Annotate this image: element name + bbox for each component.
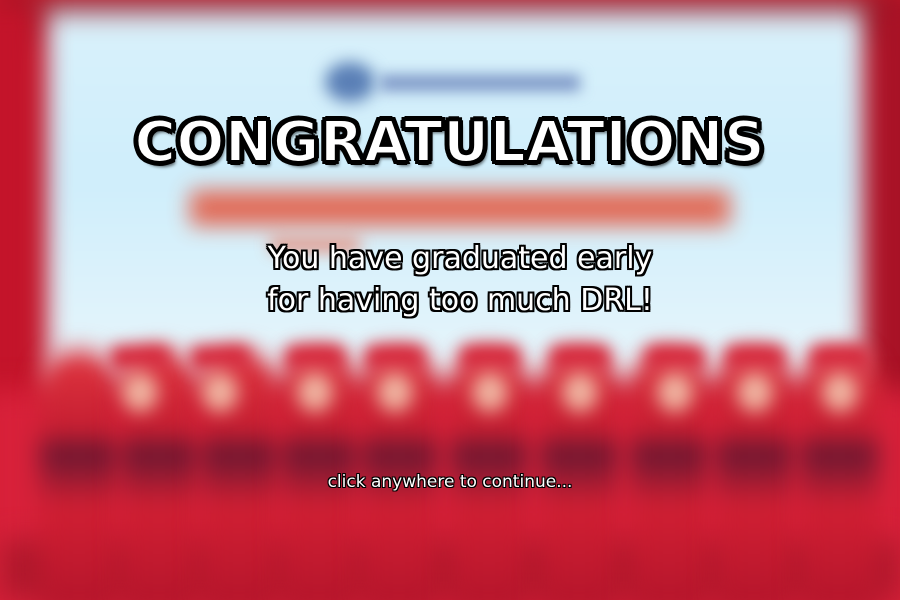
congratulations-title: CONGRATULATIONS [134,109,766,176]
continue-click-area[interactable]: CONGRATULATIONS You have graduated early… [0,0,900,600]
school-logo-icon [325,62,375,102]
continue-hint: click anywhere to continue... [327,472,573,492]
graduation-message-line-1: You have graduated early [267,241,653,276]
graduation-message: You have graduated early for having too … [190,238,730,322]
graduation-message-line-2: for having too much DRL! [267,283,653,318]
